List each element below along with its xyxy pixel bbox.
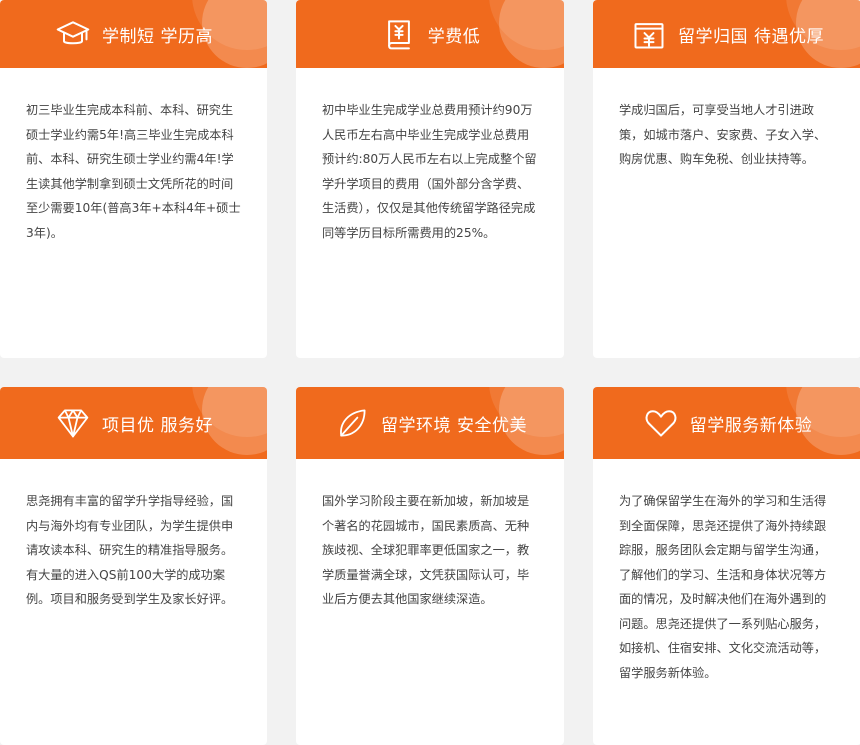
- card-title: 项目优 服务好: [102, 415, 213, 436]
- card-title: 留学归国 待遇优厚: [678, 26, 824, 47]
- heart-icon: [642, 404, 680, 442]
- card-header: 学费低: [296, 0, 564, 68]
- card-description: 初中毕业生完成学业总费用预计约90万人民币左右高中毕业生完成学业总费用预计约:8…: [322, 103, 537, 240]
- card-title: 学制短 学历高: [102, 26, 213, 47]
- card-header: 留学归国 待遇优厚: [593, 0, 860, 68]
- card-description: 初三毕业生完成本科前、本科、研究生硕士学业约需5年!高三毕业生完成本科前、本科、…: [26, 103, 241, 240]
- feature-card-quality-service: 项目优 服务好 思尧拥有丰富的留学升学指导经验，国内与海外均有专业团队，为学生提…: [0, 387, 267, 745]
- feature-card-environment: 留学环境 安全优美 国外学习阶段主要在新加坡，新加坡是个著名的花园城市，国民素质…: [296, 387, 564, 745]
- calendar-money-icon: [630, 15, 668, 53]
- card-title: 留学服务新体验: [689, 415, 813, 436]
- card-description: 学成归国后，可享受当地人才引进政策，如城市落户、安家费、子女入学、购房优惠、购车…: [619, 103, 827, 166]
- card-description: 思尧拥有丰富的留学升学指导经验，国内与海外均有专业团队，为学生提供申请攻读本科、…: [26, 494, 234, 606]
- graduation-cap-icon: [54, 15, 92, 53]
- card-header: 留学服务新体验: [593, 387, 860, 459]
- card-description: 国外学习阶段主要在新加坡，新加坡是个著名的花园城市，国民素质高、无种族歧视、全球…: [322, 494, 530, 606]
- feature-card-low-tuition: 学费低 初中毕业生完成学业总费用预计约90万人民币左右高中毕业生完成学业总费用预…: [296, 0, 564, 358]
- card-title: 学费低: [427, 26, 481, 47]
- feature-card-return-benefits: 留学归国 待遇优厚 学成归国后，可享受当地人才引进政策，如城市落户、安家费、子女…: [593, 0, 860, 358]
- card-description: 为了确保留学生在海外的学习和生活得到全面保障，思尧还提供了海外持续跟踪服，服务团…: [619, 494, 827, 680]
- feature-card-service-experience: 留学服务新体验 为了确保留学生在海外的学习和生活得到全面保障，思尧还提供了海外持…: [593, 387, 860, 745]
- leaf-icon: [333, 404, 371, 442]
- card-header: 留学环境 安全优美: [296, 387, 564, 459]
- tuition-book-icon: [380, 15, 418, 53]
- card-header: 项目优 服务好: [0, 387, 267, 459]
- diamond-icon: [54, 404, 92, 442]
- card-title: 留学环境 安全优美: [381, 415, 527, 436]
- card-header: 学制短 学历高: [0, 0, 267, 68]
- feature-card-short-schooling: 学制短 学历高 初三毕业生完成本科前、本科、研究生硕士学业约需5年!高三毕业生完…: [0, 0, 267, 358]
